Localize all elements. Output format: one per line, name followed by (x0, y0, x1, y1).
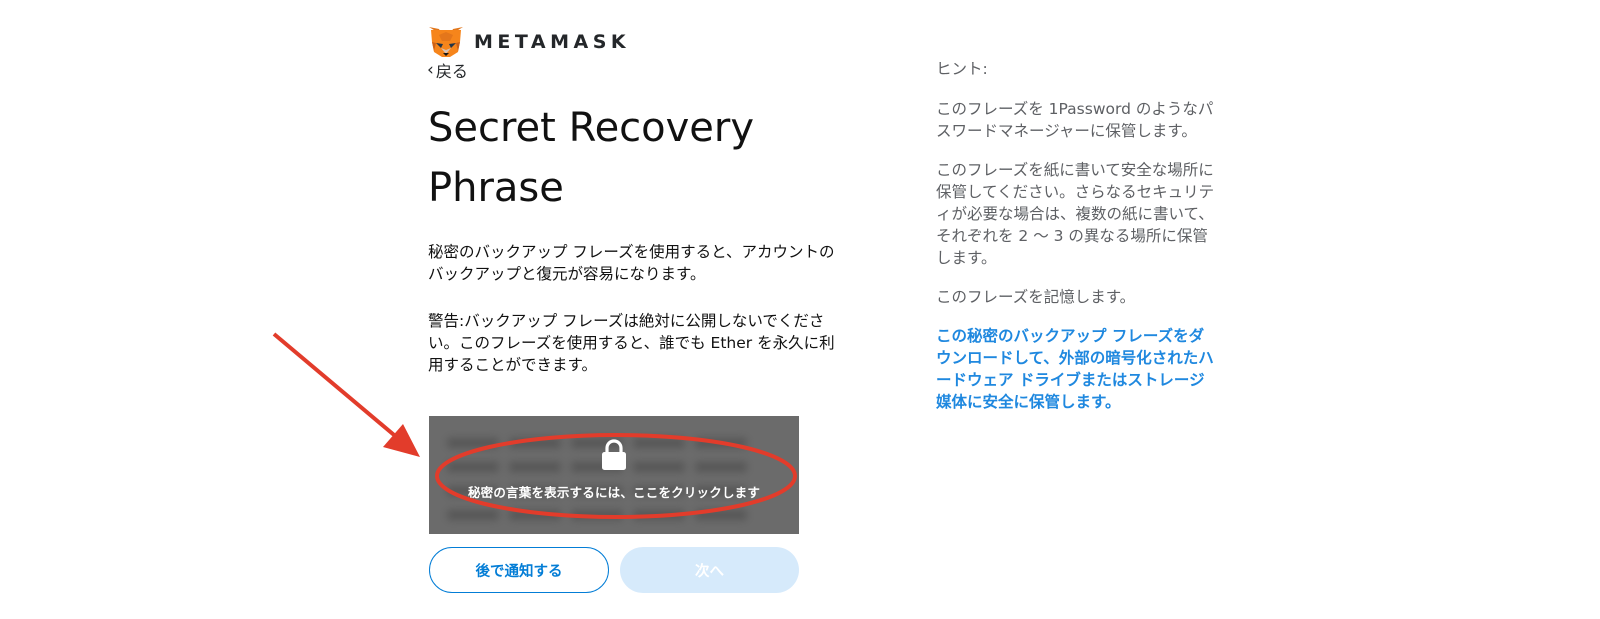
lock-icon (602, 439, 626, 470)
blurred-secret-words (429, 416, 799, 534)
logo-wordmark: METAMASK (474, 31, 631, 53)
page: METAMASK ‹ 戻る Secret Recovery Phrase 秘密の… (0, 0, 1600, 619)
metamask-fox-icon (429, 27, 463, 57)
back-link[interactable]: ‹ 戻る (427, 58, 468, 82)
remind-later-button[interactable]: 後で通知する (429, 547, 609, 593)
hints-heading: ヒント: (936, 60, 988, 78)
metamask-logo: METAMASK (428, 26, 630, 58)
next-button[interactable]: 次へ (620, 547, 799, 593)
arrow-icon (272, 332, 420, 457)
hint-write-on-paper: このフレーズを紙に書いて安全な場所に保管してください。さらなるセキュリティが必要… (936, 161, 1215, 267)
reveal-secret-words-box[interactable]: 秘密の言葉を表示するには、ここをクリックします (429, 416, 799, 534)
chevron-left-icon: ‹ (427, 59, 434, 80)
description-text: 秘密のバックアップ フレーズを使用すると、アカウントのバックアップと復元が容易に… (428, 243, 835, 283)
reveal-label: 秘密の言葉を表示するには、ここをクリックします (467, 485, 761, 500)
hint-memorize: このフレーズを記憶します。 (936, 288, 1136, 306)
download-phrase-link[interactable]: この秘密のバックアップ フレーズをダウンロードして、外部の暗号化されたハードウェ… (936, 325, 1216, 413)
back-label: 戻る (435, 62, 468, 81)
hint-password-manager: このフレーズを 1Password のようなパスワードマネージャーに保管します。 (936, 100, 1214, 140)
hints-panel: ヒント: このフレーズを 1Password のようなパスワードマネージャーに保… (936, 58, 1216, 413)
warning-text: 警告:バックアップ フレーズは絶対に公開しないでください。このフレーズを使用する… (428, 312, 835, 374)
page-title: Secret Recovery Phrase (428, 105, 755, 211)
